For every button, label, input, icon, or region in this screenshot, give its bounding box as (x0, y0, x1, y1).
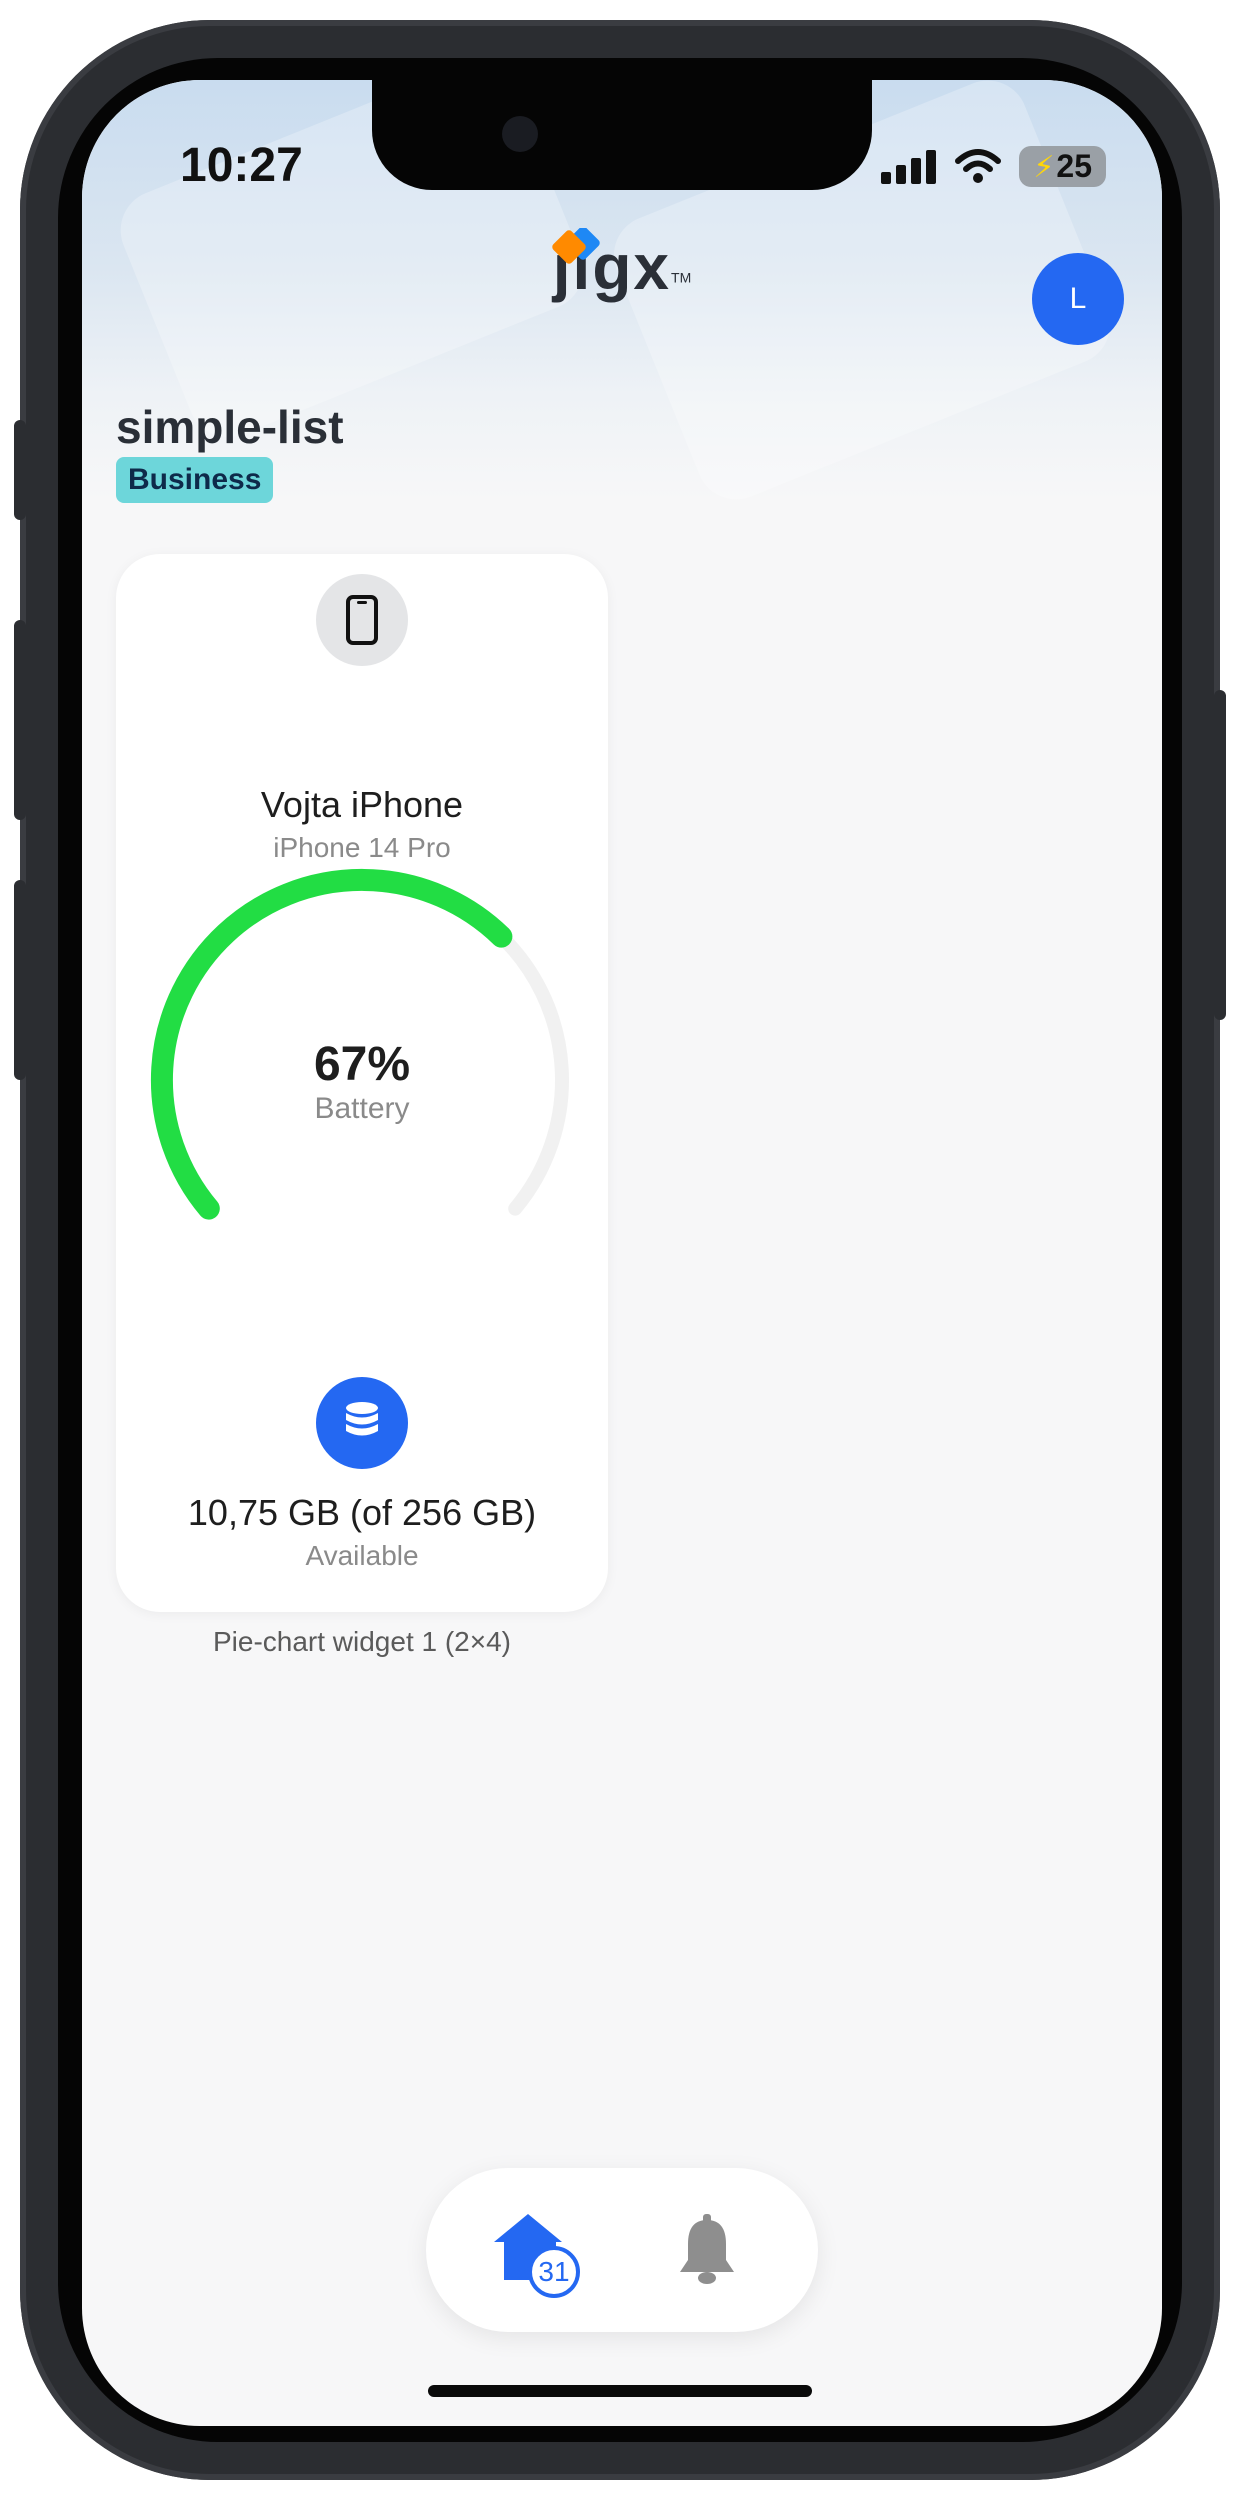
charging-icon: ⚡ (1033, 151, 1055, 184)
pie-chart-widget[interactable]: Vojta iPhone iPhone 14 Pro 67% Battery 1… (116, 554, 608, 1612)
battery-value: 67% (313, 1038, 411, 1091)
storage-value: 10,75 GB (of 256 GB) (187, 1492, 537, 1533)
storage-label: Available (305, 1540, 419, 1571)
home-indicator (428, 2385, 812, 2397)
storage-icon-circle (316, 1377, 408, 1469)
signal-icon (881, 149, 937, 184)
logo-mark-icon (552, 228, 600, 264)
page-title: simple-list (116, 401, 344, 453)
volume-down-button (14, 880, 26, 1080)
app-logo: jigxTM (82, 228, 1162, 304)
bell-icon (680, 2214, 734, 2284)
wifi-icon (955, 148, 1002, 183)
widget-caption: Pie-chart widget 1 (2×4) (212, 1626, 512, 1657)
battery-indicator: ⚡25 (1019, 146, 1106, 187)
app-screen: 10:27 ⚡25 jigxTM L simple-list Business (82, 80, 1162, 2426)
status-time: 10:27 (180, 139, 303, 192)
battery-percent: 25 (1056, 148, 1092, 184)
category-tag: Business (116, 457, 274, 503)
database-icon (346, 1402, 378, 1436)
home-badge: 31 (528, 2246, 580, 2298)
device-icon-circle (316, 574, 408, 666)
bottom-tab-bar: 31 (426, 2168, 818, 2332)
tab-home[interactable]: 31 (486, 2200, 586, 2300)
dynamic-island (372, 80, 872, 190)
avatar-initial: L (1069, 282, 1087, 315)
action-button (14, 420, 26, 520)
volume-up-button (14, 620, 26, 820)
camera-icon (502, 116, 538, 152)
tab-notifications[interactable] (658, 2200, 758, 2300)
device-name: Vojta iPhone (260, 784, 464, 825)
logo-trademark: TM (671, 269, 692, 286)
status-icons: ⚡25 (881, 146, 1106, 187)
user-avatar[interactable]: L (1032, 253, 1124, 345)
battery-label: Battery (314, 1092, 410, 1125)
power-button (1214, 690, 1226, 1020)
phone-icon (346, 595, 378, 645)
